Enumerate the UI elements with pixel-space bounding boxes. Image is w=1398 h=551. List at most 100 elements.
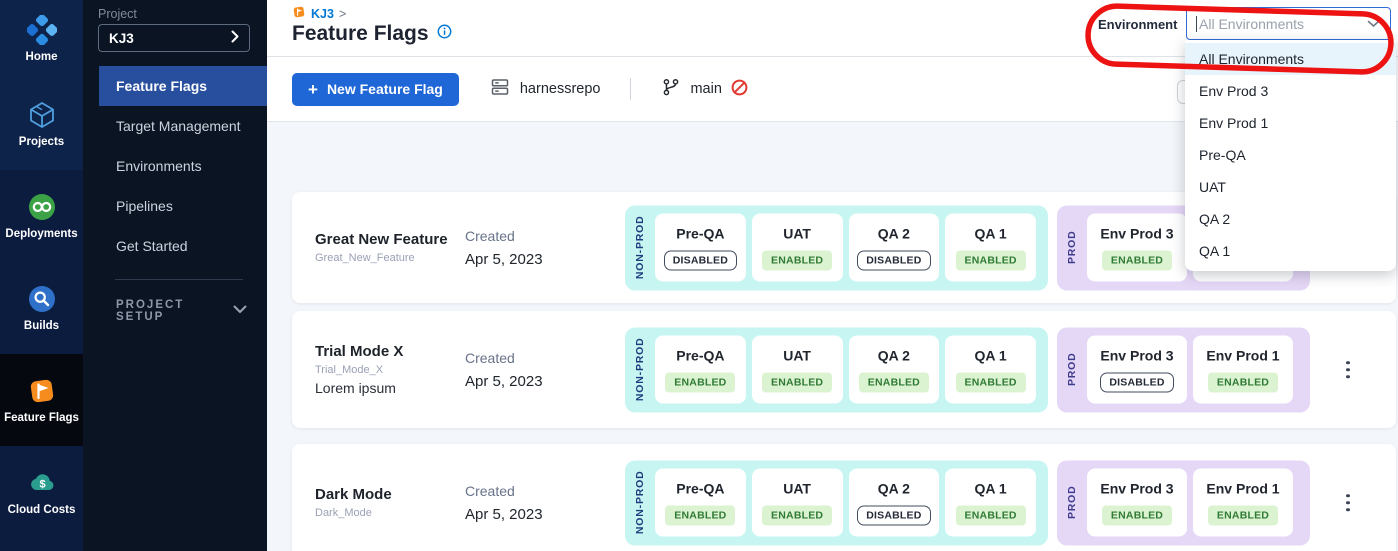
project-sidebar: Project KJ3 Feature FlagsTarget Manageme… (83, 0, 267, 551)
environment-card-qa-1[interactable]: QA 1ENABLED (945, 214, 1036, 282)
repository-chip[interactable]: harnessrepo (489, 76, 601, 102)
flag-created: CreatedApr 5, 2023 (465, 192, 543, 303)
environment-option-env-prod-3[interactable]: Env Prod 3 (1185, 75, 1396, 107)
environment-card-qa-1[interactable]: QA 1ENABLED (945, 469, 1036, 537)
environment-card-env-prod-3[interactable]: Env Prod 3ENABLED (1087, 214, 1187, 282)
environment-name: QA 1 (975, 347, 1007, 363)
environment-name: QA 2 (878, 225, 910, 241)
flag-description: Lorem ipsum (315, 380, 463, 396)
new-feature-flag-button[interactable]: + New Feature Flag (292, 73, 459, 106)
row-menu-button[interactable] (1340, 355, 1356, 385)
project-setup-toggle[interactable]: PROJECT SETUP (116, 299, 247, 323)
flag-identifier: Dark_Mode (315, 507, 463, 519)
flag-info: Trial Mode XTrial_Mode_XLorem ipsum (315, 311, 463, 428)
nav-module-label: Cloud Costs (8, 504, 76, 517)
breadcrumb-separator: > (339, 7, 346, 21)
environment-name: Pre-QA (676, 480, 724, 496)
environment-name: Pre-QA (676, 225, 724, 241)
feature-flag-row-trial_mode_x[interactable]: Trial Mode XTrial_Mode_XLorem ipsumCreat… (292, 311, 1396, 428)
environment-card-pre-qa[interactable]: Pre-QADISABLED (655, 214, 746, 282)
nav-module-home[interactable]: Home (0, 0, 83, 78)
sidebar-divider (115, 279, 243, 280)
nonprod-group-label: NON-PROD (625, 216, 655, 280)
flag-status-badge: ENABLED (1208, 505, 1278, 525)
sidebar-item-feature-flags[interactable]: Feature Flags (99, 66, 267, 106)
environment-card-uat[interactable]: UATENABLED (752, 336, 843, 404)
environment-name: QA 2 (878, 347, 910, 363)
nonprod-environment-group: NON-PRODPre-QAENABLEDUATENABLEDQA 2ENABL… (625, 327, 1048, 412)
environment-card-qa-2[interactable]: QA 2 ENABLED (849, 336, 940, 404)
projects-icon (27, 100, 57, 130)
environment-card-qa-1[interactable]: QA 1 ENABLED (945, 336, 1036, 404)
environment-card-env-prod-3[interactable]: Env Prod 3DISABLED (1087, 336, 1187, 404)
flag-status-badge: ENABLED (956, 372, 1026, 392)
environment-card-pre-qa[interactable]: Pre-QA ENABLED (655, 469, 746, 537)
created-date: Apr 5, 2023 (465, 506, 543, 523)
project-selector[interactable]: KJ3 (98, 24, 250, 52)
environment-option-env-prod-1[interactable]: Env Prod 1 (1185, 107, 1396, 139)
environment-card-uat[interactable]: UATENABLED (752, 469, 843, 537)
select-chevron-down-icon (1367, 15, 1380, 33)
row-menu-button[interactable] (1340, 488, 1356, 518)
sidebar-item-target-management[interactable]: Target Management (83, 106, 267, 146)
prohibited-icon (731, 79, 748, 100)
breadcrumb[interactable]: KJ3 > (292, 5, 346, 22)
feature-flags-mini-icon (292, 5, 306, 22)
nav-module-builds[interactable]: Builds (0, 262, 83, 354)
environment-option-pre-qa[interactable]: Pre-QA (1185, 139, 1396, 171)
environment-card-qa-2[interactable]: QA 2DISABLED (849, 214, 940, 282)
plus-icon: + (308, 81, 318, 98)
environment-select[interactable]: All Environments (1186, 7, 1391, 40)
sidebar-item-get-started[interactable]: Get Started (83, 226, 267, 266)
nav-module-label: Deployments (5, 228, 77, 241)
environment-name: Pre-QA (676, 347, 724, 363)
environment-card-uat[interactable]: UATENABLED (752, 214, 843, 282)
repository-name: harnessrepo (520, 81, 601, 97)
nonprod-group-label: NON-PROD (625, 338, 655, 402)
flag-status-badge: DISABLED (857, 505, 930, 525)
repository-icon (489, 76, 511, 102)
page-title: Feature Flags (292, 22, 429, 46)
sidebar-item-pipelines[interactable]: Pipelines (83, 186, 267, 226)
nav-module-feature-flags[interactable]: Feature Flags (0, 354, 83, 446)
flag-status-badge: ENABLED (665, 505, 735, 525)
feature-flag-row-dark_mode[interactable]: Dark ModeDark_ModeCreatedApr 5, 2023NON-… (292, 444, 1396, 551)
flag-created: CreatedApr 5, 2023 (465, 311, 543, 428)
environment-card-qa-2[interactable]: QA 2DISABLED (849, 469, 940, 537)
environment-card-env-prod-3[interactable]: Env Prod 3 ENABLED (1087, 469, 1187, 537)
environment-name: Env Prod 3 (1100, 480, 1173, 496)
nav-module-deployments[interactable]: Deployments (0, 170, 83, 262)
info-icon[interactable] (437, 24, 452, 44)
environment-option-qa-2[interactable]: QA 2 (1185, 203, 1396, 235)
flag-info: Dark Mode Dark_Mode (315, 444, 463, 551)
flag-status-badge: ENABLED (956, 250, 1026, 270)
prod-group-label: PROD (1057, 486, 1087, 520)
nav-module-label: Builds (24, 320, 59, 333)
git-branch-icon (661, 76, 681, 102)
nonprod-environment-group: NON-PROD Pre-QA ENABLED UATENABLEDQA 2DISAB… (625, 460, 1048, 545)
nav-module-label: Feature Flags (4, 412, 79, 425)
environment-card-env-prod-1[interactable]: Env Prod 1ENABLED (1193, 469, 1293, 537)
branch-chip[interactable]: main (661, 76, 747, 102)
sidebar-item-environments[interactable]: Environments (83, 146, 267, 186)
environment-dropdown-panel: All EnvironmentsEnv Prod 3Env Prod 1Pre-… (1185, 40, 1396, 271)
environment-card-pre-qa[interactable]: Pre-QAENABLED (655, 336, 746, 404)
nav-module-label: Projects (19, 136, 64, 149)
project-label: Project (98, 7, 137, 21)
nav-module-cloud-costs[interactable]: $Cloud Costs (0, 446, 83, 538)
environment-name: Env Prod 1 (1206, 347, 1279, 363)
nav-module-projects[interactable]: Projects (0, 78, 83, 170)
flag-status-badge: ENABLED (859, 372, 929, 392)
environment-name: UAT (783, 480, 811, 496)
environment-option-all-environments[interactable]: All Environments (1185, 43, 1396, 75)
environment-card-env-prod-1[interactable]: Env Prod 1ENABLED (1193, 336, 1293, 404)
project-name: KJ3 (109, 31, 134, 46)
flag-status-badge: ENABLED (1102, 505, 1172, 525)
flag-info: Great New FeatureGreat_New_Feature (315, 192, 463, 303)
flag-identifier: Great_New_Feature (315, 252, 463, 264)
flag-name: Dark Mode (315, 486, 463, 503)
breadcrumb-project-link[interactable]: KJ3 (311, 7, 334, 21)
environment-option-uat[interactable]: UAT (1185, 171, 1396, 203)
nonprod-group-label: NON-PROD (625, 471, 655, 535)
environment-option-qa-1[interactable]: QA 1 (1185, 235, 1396, 267)
